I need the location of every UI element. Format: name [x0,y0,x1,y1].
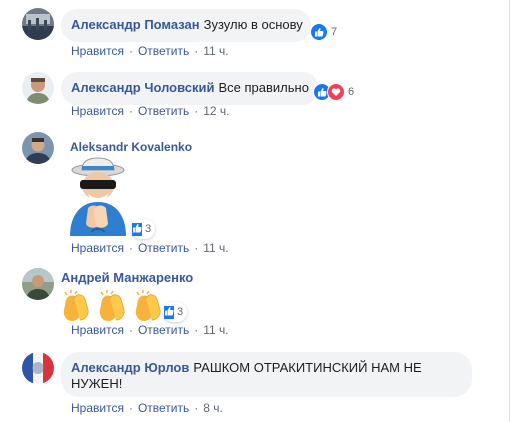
avatar[interactable] [22,352,54,384]
comment-bubble: Александр Чоловский Все правильно [61,72,319,105]
like-link[interactable]: Нравится [71,104,124,118]
avatar[interactable] [22,132,54,164]
clapping-hands-emoji [135,290,161,321]
like-icon [164,305,174,319]
comment-time[interactable]: 12 ч. [203,104,229,118]
like-link[interactable]: Нравится [71,44,124,58]
avatar[interactable] [22,268,54,300]
reply-link[interactable]: Ответить [138,44,189,58]
comment-time[interactable]: 11 ч. [203,323,228,337]
comment-actions: Нравится · Ответить · 11 ч. [71,44,229,58]
comment-author[interactable]: Александр Помазан [71,17,200,32]
clapping-hands-emoji [63,290,89,321]
like-icon [132,222,142,236]
comment-text: Зузулю в основу [203,17,303,32]
reaction-count: 7 [331,26,338,38]
like-link[interactable]: Нравится [71,323,124,337]
avatar[interactable] [22,8,54,40]
reaction-summary[interactable]: 3 [131,219,156,239]
like-icon [310,23,328,41]
reaction-summary[interactable]: 3 [163,302,188,322]
reaction-summary[interactable]: 6 [313,82,354,102]
comment-bubble: Александр Помазан Зузулю в основу [61,9,311,42]
avatar[interactable] [22,72,54,104]
clapping-hands-emoji-row: 👏👏👏 [62,290,170,322]
reply-link[interactable]: Ответить [138,241,189,255]
comment-actions: Нравится · Ответить · 8 ч. [71,401,223,415]
comment-time[interactable]: 11 ч. [203,241,228,255]
clapping-grandpa-sticker [62,156,134,236]
comment-time[interactable]: 11 ч. [203,44,228,58]
comment-actions: Нравится · Ответить · 11 ч. [71,323,229,337]
reply-link[interactable]: Ответить [138,401,189,415]
like-link[interactable]: Нравится [71,241,124,255]
comment-actions: Нравится · Ответить · 11 ч. [71,241,229,255]
reaction-summary[interactable]: 7 [310,22,337,42]
comment-author[interactable]: Александр Юрлов [71,360,189,375]
comment-text: Все правильно [218,80,309,95]
comment-time[interactable]: 8 ч. [203,401,223,415]
comment-author[interactable]: Андрей Манжаренко [61,270,193,285]
comment-bubble: Александр Юрлов РАШКОМ ОТРАКИТИНСКИЙ НАМ … [61,352,472,397]
reaction-count: 3 [145,223,152,235]
love-icon [327,83,345,101]
clapping-hands-emoji [99,290,125,321]
comment-actions: Нравится · Ответить · 12 ч. [71,104,230,118]
like-link[interactable]: Нравится [71,401,124,415]
reply-link[interactable]: Ответить [138,323,189,337]
feed-right-border [509,0,510,422]
comment-author[interactable]: Aleksandr Kovalenko [70,140,192,154]
reaction-count: 3 [177,306,184,318]
reaction-count: 6 [348,86,355,98]
reply-link[interactable]: Ответить [138,104,189,118]
comment-author[interactable]: Александр Чоловский [71,80,214,95]
